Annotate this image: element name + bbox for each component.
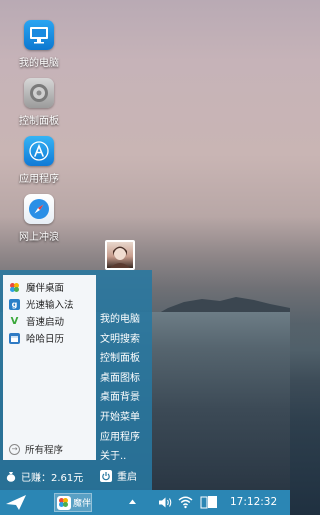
safari-compass-icon xyxy=(24,194,54,224)
menu-link-desktop-icons[interactable]: 桌面图标 xyxy=(100,369,140,389)
app-store-icon xyxy=(24,136,54,166)
restart-button[interactable]: 重启 xyxy=(100,468,137,483)
menu-item-label: 光速输入法 xyxy=(26,300,74,311)
avatar[interactable] xyxy=(105,240,135,270)
start-menu-left-panel: 魔伴桌面 g 光速输入法 V 音速启动 哈哈日历 → 所有程序 xyxy=(3,275,96,460)
battery-icon[interactable] xyxy=(200,495,218,509)
menu-link-control-panel[interactable]: 控制面板 xyxy=(100,349,140,369)
menu-item-label: 音速启动 xyxy=(26,317,65,328)
mobanwindows-icon xyxy=(57,495,71,510)
taskbar-app-label: 魔伴 xyxy=(72,499,91,509)
menu-item-label: 魔伴桌面 xyxy=(26,283,65,294)
desktop-icon-control-panel[interactable]: 控制面板 xyxy=(8,78,70,127)
desktop-icon-label: 控制面板 xyxy=(19,116,59,127)
chevron-up-icon[interactable] xyxy=(128,498,137,505)
all-programs-button[interactable]: → 所有程序 xyxy=(9,442,63,456)
menu-link-applications[interactable]: 应用程序 xyxy=(100,428,140,448)
menu-link-my-computer[interactable]: 我的电脑 xyxy=(100,310,140,330)
taskbar-app-moban[interactable]: 魔伴 xyxy=(54,493,92,512)
money-bag-icon xyxy=(6,472,16,482)
power-icon xyxy=(100,469,112,482)
calendar-icon xyxy=(9,332,20,344)
start-menu-right-column: 我的电脑 文明搜索 控制面板 桌面图标 桌面背景 开始菜单 应用程序 关于.. xyxy=(100,310,140,467)
desktop-icon-surf-web[interactable]: 网上冲浪 xyxy=(8,194,70,243)
arrow-right-icon: → xyxy=(9,443,20,455)
taskbar-clock[interactable]: 17:12:32 xyxy=(230,496,277,508)
taskbar: 魔伴 17:12:32 xyxy=(0,490,290,515)
menu-item-label: 哈哈日历 xyxy=(26,334,65,345)
volume-icon[interactable] xyxy=(158,496,173,509)
menu-link-search[interactable]: 文明搜索 xyxy=(100,330,140,350)
earned-amount: 已赚：2.61元 xyxy=(6,469,83,484)
computer-icon xyxy=(24,20,54,50)
input-method-icon: g xyxy=(9,298,20,310)
launcher-icon: V xyxy=(9,315,20,327)
earned-label: 已赚：2.61元 xyxy=(21,473,84,484)
menu-item-input-method[interactable]: g 光速输入法 xyxy=(9,296,74,312)
restart-label: 重启 xyxy=(117,472,137,483)
desktop-icon-label: 网上冲浪 xyxy=(19,232,59,243)
desktop-icon-applications[interactable]: 应用程序 xyxy=(8,136,70,185)
control-panel-icon xyxy=(24,78,54,108)
menu-item-calendar[interactable]: 哈哈日历 xyxy=(9,330,64,346)
desktop-icon-label: 应用程序 xyxy=(19,174,59,185)
menu-item-mobanwindows[interactable]: 魔伴桌面 xyxy=(9,279,64,295)
start-menu: 魔伴桌面 g 光速输入法 V 音速启动 哈哈日历 → 所有程序 已赚：2.61元… xyxy=(0,270,152,490)
mobanwindows-icon xyxy=(9,282,20,293)
desktop-icon-my-computer[interactable]: 我的电脑 xyxy=(8,20,70,69)
menu-item-launcher[interactable]: V 音速启动 xyxy=(9,313,64,329)
desktop-icon-label: 我的电脑 xyxy=(19,58,59,69)
menu-link-desktop-background[interactable]: 桌面背景 xyxy=(100,388,140,408)
wifi-icon[interactable] xyxy=(178,495,193,509)
menu-link-about[interactable]: 关于.. xyxy=(100,447,140,467)
start-paper-plane-icon[interactable] xyxy=(4,493,28,512)
menu-link-start-menu[interactable]: 开始菜单 xyxy=(100,408,140,428)
all-programs-label: 所有程序 xyxy=(25,445,64,456)
